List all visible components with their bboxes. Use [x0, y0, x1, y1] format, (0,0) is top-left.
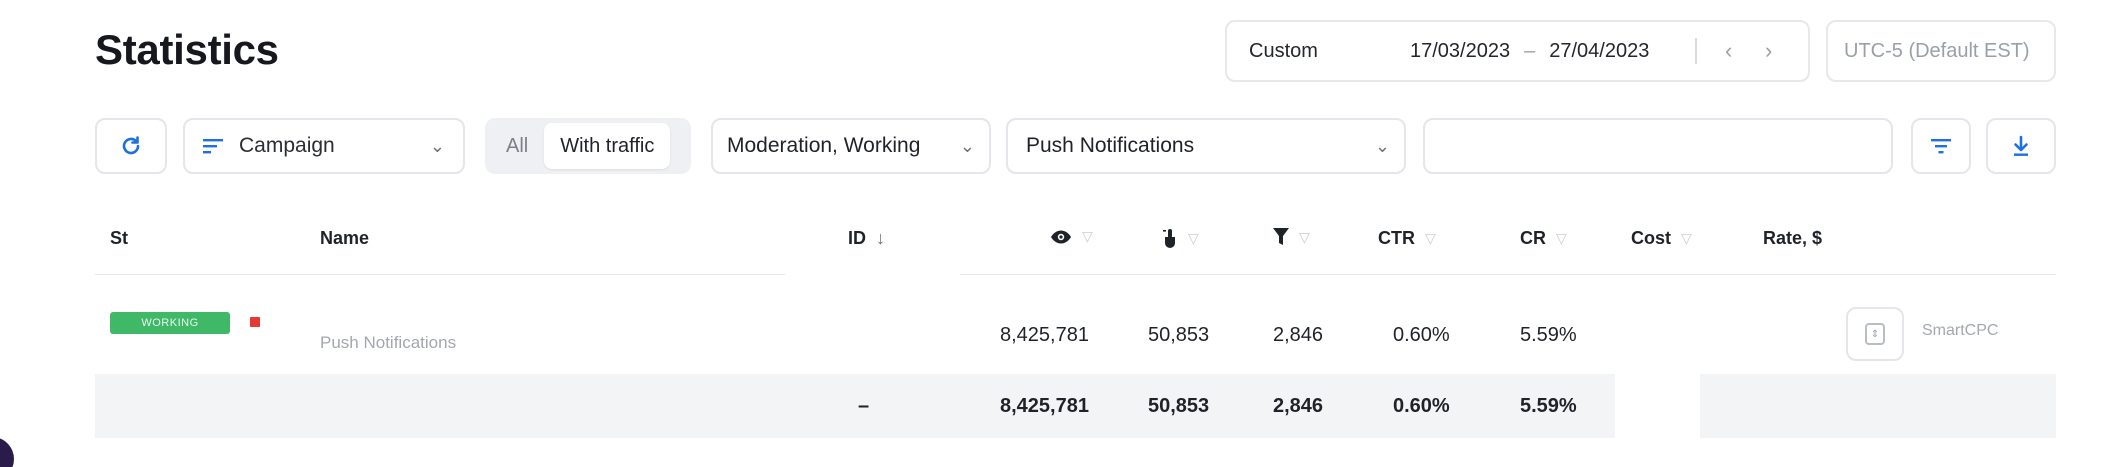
sort-desc-icon: ↓ — [876, 228, 885, 248]
column-header-conversions[interactable]: ▽ — [1273, 228, 1310, 246]
column-header-cost[interactable]: Cost ▽ — [1631, 228, 1692, 249]
column-header-cost-label: Cost — [1631, 228, 1671, 248]
campaign-name[interactable]: Push Notifications — [320, 333, 456, 353]
filter-lines-icon — [1931, 139, 1951, 154]
column-header-cr[interactable]: CR ▽ — [1520, 228, 1567, 249]
rate-stepper[interactable]: ⇕ — [1846, 307, 1904, 361]
sort-lines-icon — [203, 139, 223, 154]
download-icon — [2014, 135, 2028, 156]
sort-icon: ▽ — [1556, 230, 1567, 246]
header-divider — [95, 274, 2056, 275]
column-header-status-label: St — [110, 228, 128, 248]
totals-ctr-value: 0.60% — [1393, 395, 1450, 417]
refresh-icon — [122, 136, 140, 155]
totals-clicks-value: 50,853 — [1148, 395, 1210, 417]
sort-icon: ▽ — [1681, 230, 1692, 246]
sort-icon: ▽ — [1299, 228, 1310, 245]
totals-views-value: 8,425,781 — [1000, 395, 1089, 417]
stepper-arrows-icon: ⇕ — [1865, 323, 1885, 345]
download-button[interactable] — [1986, 118, 2056, 174]
group-by-select[interactable]: Campaign ⌄ — [183, 118, 465, 174]
search-field[interactable] — [1423, 118, 1893, 174]
date-dash: – — [1524, 39, 1536, 62]
date-range-picker[interactable]: Custom 17/03/2023 – 27/04/2023 ‹ › — [1225, 20, 1810, 82]
status-filter-select[interactable]: Moderation, Working ⌄ — [711, 118, 991, 174]
eye-icon — [1051, 230, 1071, 243]
stop-icon[interactable] — [250, 317, 260, 327]
totals-row-bg — [1700, 374, 2056, 438]
redacted-area — [785, 272, 960, 378]
timezone-label: UTC-5 (Default EST) — [1844, 39, 2030, 62]
conversions-value: 2,846 — [1273, 324, 1324, 346]
search-input[interactable] — [1425, 120, 1891, 172]
ctr-value: 0.60% — [1393, 324, 1450, 346]
date-divider — [1695, 38, 1697, 64]
sort-icon: ▽ — [1188, 229, 1199, 246]
refresh-button[interactable] — [95, 118, 167, 174]
filter-button[interactable] — [1911, 118, 1971, 174]
page-title: Statistics — [95, 26, 279, 73]
type-filter-value: Push Notifications — [1026, 134, 1195, 157]
traffic-option-all[interactable]: All — [490, 123, 544, 169]
date-preset[interactable]: Custom — [1249, 40, 1318, 63]
column-header-rate-label: Rate, $ — [1763, 228, 1823, 248]
date-end: 27/04/2023 — [1549, 39, 1650, 62]
rate-mode-label: SmartCPC — [1922, 322, 1999, 339]
sort-icon: ▽ — [1425, 230, 1436, 246]
corner-decoration — [0, 437, 14, 467]
totals-cr-value: 5.59% — [1520, 395, 1577, 417]
column-header-views[interactable]: ▽ — [1050, 228, 1093, 245]
traffic-toggle[interactable]: All With traffic — [485, 118, 691, 174]
status-filter-value: Moderation, Working — [727, 134, 921, 157]
column-header-id[interactable]: ID ↓ — [848, 228, 885, 249]
chevron-down-icon: ⌄ — [959, 135, 975, 156]
traffic-option-with-traffic[interactable]: With traffic — [544, 123, 671, 169]
group-by-value: Campaign — [239, 134, 335, 157]
totals-row-bg — [95, 374, 785, 438]
timezone-select[interactable]: UTC-5 (Default EST) — [1826, 20, 2056, 82]
funnel-icon — [1273, 228, 1289, 245]
column-header-status: St — [110, 228, 128, 249]
chevron-left-icon[interactable]: ‹ — [1725, 38, 1732, 64]
column-header-cr-label: CR — [1520, 228, 1546, 248]
date-range-values[interactable]: 17/03/2023 – 27/04/2023 — [1410, 40, 1649, 63]
column-header-rate: Rate, $ — [1763, 228, 1822, 249]
cr-value: 5.59% — [1520, 324, 1577, 346]
column-header-id-label: ID — [848, 228, 866, 248]
totals-conversions-value: 2,846 — [1273, 395, 1324, 417]
column-header-ctr-label: CTR — [1378, 228, 1415, 248]
column-header-name[interactable]: Name — [320, 228, 369, 249]
chevron-down-icon: ⌄ — [429, 135, 445, 156]
click-icon — [1163, 229, 1175, 248]
column-header-ctr[interactable]: CTR ▽ — [1378, 228, 1436, 249]
views-value: 8,425,781 — [1000, 324, 1089, 346]
column-header-clicks[interactable]: ▽ — [1162, 228, 1199, 248]
chevron-right-icon[interactable]: › — [1765, 38, 1772, 64]
type-filter-select[interactable]: Push Notifications ⌄ — [1006, 118, 1406, 174]
clicks-value: 50,853 — [1148, 324, 1210, 346]
date-start: 17/03/2023 — [1410, 39, 1511, 62]
column-header-name-label: Name — [320, 228, 370, 248]
sort-icon: ▽ — [1082, 228, 1093, 244]
status-badge: WORKING — [110, 312, 230, 334]
totals-id-value: – — [858, 395, 870, 417]
chevron-down-icon: ⌄ — [1374, 135, 1390, 156]
